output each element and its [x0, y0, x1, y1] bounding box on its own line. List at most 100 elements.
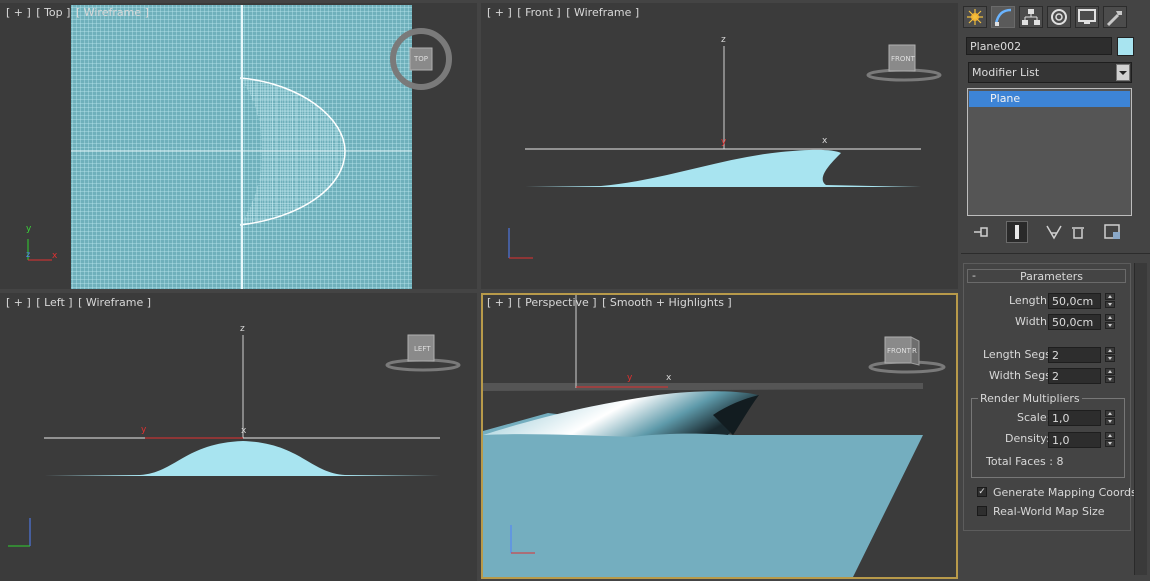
width-segs-spinner[interactable] — [1105, 368, 1115, 384]
viewcube-perspective-label: FRONT — [887, 347, 911, 355]
perspective-plane-surface — [483, 413, 923, 577]
create-icon — [967, 9, 983, 25]
viewport-menu-plus[interactable]: [ + ] — [6, 6, 31, 19]
remove-modifier-button[interactable] — [1067, 221, 1089, 243]
show-end-result-icon — [1015, 225, 1019, 239]
pin-stack-icon — [974, 227, 988, 237]
viewport-perspective[interactable]: y x FRONT R [ + ] [ Perspective ] [ Smoo… — [481, 293, 958, 579]
length-label: Length: — [1009, 294, 1051, 307]
viewport-view-name[interactable]: [ Front ] — [517, 6, 560, 19]
rollout-title: Parameters — [1020, 270, 1083, 283]
viewcube-front-label: FRONT — [891, 55, 915, 63]
front-mesh-profile — [525, 149, 921, 187]
generate-mapping-label[interactable]: Generate Mapping Coords. — [993, 486, 1140, 499]
modify-icon — [994, 8, 1012, 26]
viewport-view-name[interactable]: [ Top ] — [36, 6, 70, 19]
viewport-shading-mode[interactable]: [ Wireframe ] — [76, 6, 149, 19]
viewport-view-name[interactable]: [ Left ] — [36, 296, 72, 309]
make-unique-icon — [1046, 225, 1062, 240]
viewcube-perspective-side-label: R — [912, 347, 917, 355]
density-field[interactable] — [1048, 432, 1101, 448]
axis-x-label: x — [52, 251, 58, 261]
viewport-shading-mode[interactable]: [ Wireframe ] — [78, 296, 151, 309]
panel-scrollbar[interactable] — [1134, 263, 1147, 575]
length-segs-label: Length Segs: — [983, 348, 1055, 361]
length-segs-spinner[interactable] — [1105, 347, 1115, 363]
persp-axis-x: x — [666, 373, 672, 383]
density-spinner[interactable] — [1105, 432, 1115, 448]
front-axis-x: x — [822, 136, 828, 146]
realworld-map-label[interactable]: Real-World Map Size — [993, 505, 1105, 518]
scale-field[interactable] — [1048, 410, 1101, 426]
scale-label: Scale: — [1017, 411, 1051, 424]
viewport-menu-plus[interactable]: [ + ] — [6, 296, 31, 309]
show-end-result-button[interactable] — [1006, 221, 1028, 243]
hierarchy-icon — [1022, 9, 1040, 25]
object-color-swatch[interactable] — [1117, 37, 1134, 56]
utilities-tab[interactable] — [1103, 6, 1127, 28]
viewport-left[interactable]: z y x LEFT [ + ] [ Left ] [ Wireframe ] — [0, 293, 477, 581]
create-tab[interactable] — [963, 6, 987, 28]
object-name-field[interactable] — [966, 37, 1112, 55]
viewport-front[interactable]: z y x FRONT [ + ] [ Front ] [ Wireframe … — [481, 3, 958, 289]
command-panel: Modifier List Plane - Parameters Length:… — [961, 0, 1150, 581]
make-unique-button[interactable] — [1043, 221, 1065, 243]
stack-item-plane[interactable]: Plane — [969, 91, 1130, 107]
viewport-top-label[interactable]: [ + ] [ Top ] [ Wireframe ] — [6, 6, 151, 19]
dropdown-arrow-icon[interactable] — [1116, 64, 1130, 81]
viewport-top[interactable]: TOP y z x [ + ] [ Top ] [ Wireframe ] — [0, 3, 477, 289]
viewport-perspective-label[interactable]: [ + ] [ Perspective ] [ Smooth + Highlig… — [487, 296, 734, 309]
viewport-menu-plus[interactable]: [ + ] — [487, 6, 512, 19]
viewport-left-label[interactable]: [ + ] [ Left ] [ Wireframe ] — [6, 296, 153, 309]
remove-modifier-icon — [1072, 227, 1084, 239]
width-label: Width: — [1015, 315, 1051, 328]
modifier-list-label: Modifier List — [972, 66, 1040, 79]
toolbar-divider — [961, 253, 1150, 254]
motion-icon — [1051, 9, 1067, 25]
density-label: Density: — [1005, 432, 1050, 445]
viewport-shading-mode[interactable]: [ Wireframe ] — [566, 6, 639, 19]
realworld-map-checkbox[interactable] — [977, 506, 987, 516]
modifier-list-dropdown[interactable]: Modifier List — [968, 62, 1132, 83]
render-multipliers-title: Render Multipliers — [978, 392, 1082, 405]
length-segs-field[interactable] — [1048, 347, 1101, 363]
viewcube-left[interactable]: LEFT — [383, 333, 463, 373]
viewcube-front[interactable]: FRONT — [864, 43, 944, 83]
length-spinner[interactable] — [1105, 293, 1115, 309]
generate-mapping-checkbox[interactable]: ✓ — [977, 487, 987, 497]
pin-stack-button[interactable] — [971, 221, 993, 243]
display-tab[interactable] — [1075, 6, 1099, 28]
viewcube-perspective[interactable]: FRONT R — [865, 333, 949, 375]
scale-spinner[interactable] — [1105, 410, 1115, 426]
left-mesh-profile — [44, 441, 440, 476]
motion-tab[interactable] — [1047, 6, 1071, 28]
viewport-shading-mode[interactable]: [ Smooth + Highlights ] — [602, 296, 732, 309]
modifier-stack-list[interactable]: Plane — [967, 88, 1132, 216]
rollout-toggle[interactable]: - — [972, 269, 976, 282]
front-axis-y: y — [721, 137, 727, 147]
width-field[interactable] — [1048, 314, 1101, 330]
hierarchy-tab[interactable] — [1019, 6, 1043, 28]
configure-modifier-sets-icon — [1104, 224, 1120, 239]
left-axis-y: y — [141, 425, 147, 435]
parameters-rollout-header[interactable]: - Parameters — [967, 269, 1126, 283]
width-segs-field[interactable] — [1048, 368, 1101, 384]
viewport-front-label[interactable]: [ + ] [ Front ] [ Wireframe ] — [487, 6, 641, 19]
total-faces-readout: Total Faces : 8 — [986, 455, 1064, 468]
viewcube-top[interactable]: TOP — [388, 26, 454, 92]
width-spinner[interactable] — [1105, 314, 1115, 330]
axis-y-label: y — [26, 224, 32, 234]
utilities-icon — [1106, 11, 1122, 27]
persp-axis-y: y — [627, 373, 633, 383]
axis-z-label: z — [26, 250, 31, 259]
display-icon — [1078, 9, 1096, 24]
left-axis-x: x — [241, 426, 247, 436]
modify-tab[interactable] — [991, 6, 1015, 28]
viewcube-left-label: LEFT — [414, 345, 431, 353]
configure-modifier-sets-button[interactable] — [1102, 221, 1124, 243]
width-segs-label: Width Segs: — [989, 369, 1055, 382]
viewport-menu-plus[interactable]: [ + ] — [487, 296, 512, 309]
length-field[interactable] — [1048, 293, 1101, 309]
viewport-view-name[interactable]: [ Perspective ] — [517, 296, 596, 309]
front-axis-z: z — [721, 35, 726, 45]
